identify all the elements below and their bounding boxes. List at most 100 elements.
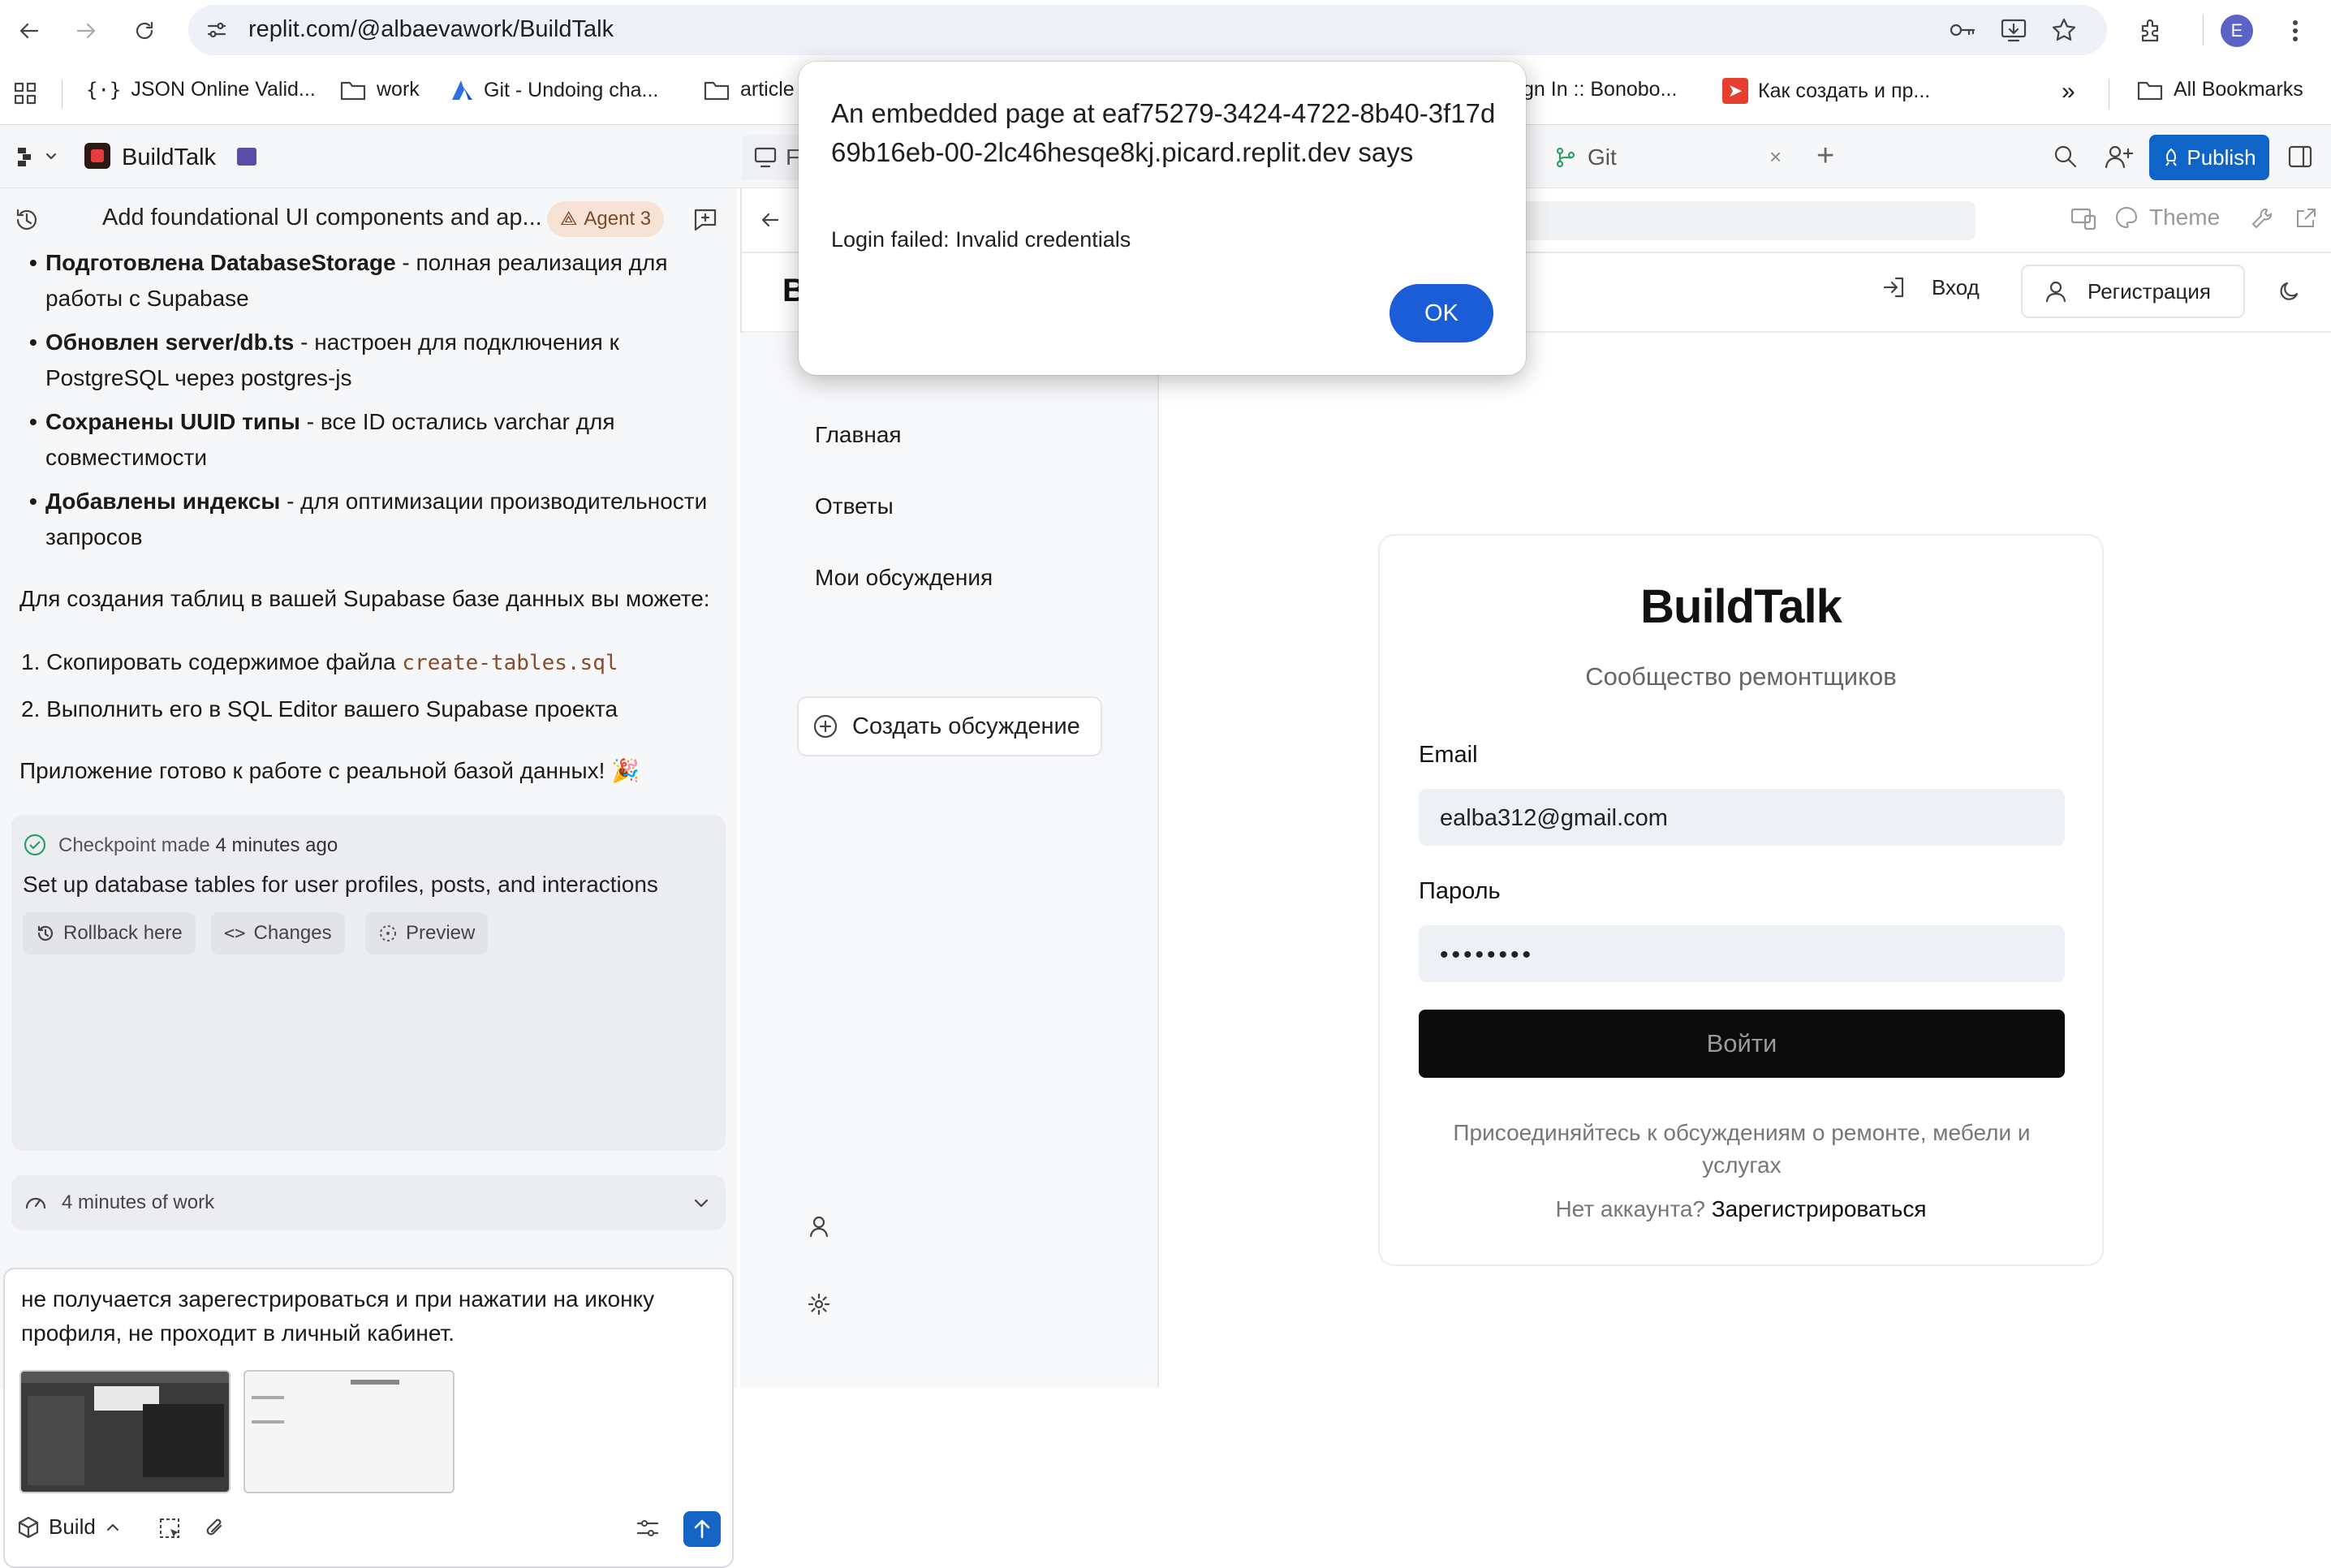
dark-mode-icon[interactable] — [2277, 279, 2302, 304]
code-brackets-icon: <> — [224, 923, 246, 944]
work-time-row[interactable]: 4 minutes of work — [11, 1175, 726, 1230]
select-element-icon[interactable] — [157, 1516, 183, 1542]
check-circle-icon — [23, 833, 47, 857]
bookmark-howto[interactable]: ➤ Как создать и пр... — [1722, 78, 1930, 104]
red-logo-icon: ➤ — [1722, 78, 1748, 104]
card-subtitle: Сообщество ремонтщиков — [1585, 662, 1897, 691]
project-logo-icon — [84, 143, 110, 169]
open-external-icon[interactable] — [2294, 206, 2318, 230]
new-tab-icon[interactable]: + — [1816, 140, 1834, 171]
login-icon — [1883, 277, 1904, 298]
chevron-up-icon — [106, 1523, 118, 1531]
theme-button[interactable]: Theme — [2113, 205, 2220, 230]
login-link[interactable]: Вход — [1881, 274, 1980, 300]
rollback-icon — [37, 925, 54, 941]
apps-grid-icon[interactable] — [13, 81, 37, 106]
speed-gauge-icon — [23, 1190, 49, 1214]
browser-menu-icon[interactable] — [2287, 16, 2303, 45]
preview-button[interactable]: Preview — [365, 912, 489, 954]
bookmark-git[interactable]: Git - Undoing cha... — [450, 78, 658, 102]
close-tab-icon[interactable]: × — [1769, 144, 1782, 170]
plus-circle-icon — [813, 714, 838, 739]
agent-badge: ⟁ Agent 3 — [547, 201, 665, 237]
changes-button[interactable]: <> Changes — [211, 912, 345, 954]
tab-git[interactable]: Git × — [1526, 135, 1802, 180]
attachment-thumbnail[interactable] — [19, 1370, 231, 1493]
new-chat-icon[interactable] — [692, 206, 719, 234]
rollback-button[interactable]: Rollback here — [23, 912, 196, 954]
agent-icon: ⟁ — [560, 208, 578, 230]
bookmark-star-icon[interactable] — [2050, 16, 2078, 44]
folder-icon — [2137, 81, 2163, 100]
all-bookmarks[interactable]: All Bookmarks — [2136, 78, 2303, 101]
login-card: BuildTalk Сообщество ремонтщиков Email e… — [1378, 534, 2104, 1266]
register-button[interactable]: Регистрация — [2021, 265, 2245, 318]
devices-icon[interactable] — [2070, 206, 2097, 232]
checkpoint-description: Set up database tables for user profiles… — [23, 872, 658, 897]
bookmark-work[interactable]: work — [339, 78, 420, 101]
chat-paragraph: Для создания таблиц в вашей Supabase баз… — [19, 586, 710, 611]
history-icon[interactable] — [13, 206, 41, 234]
email-field[interactable]: ealba312@gmail.com — [1419, 789, 2065, 846]
chat-step: 1. Скопировать содержимое файла create-t… — [21, 649, 618, 675]
ok-button[interactable]: OK — [1390, 284, 1493, 342]
bookmark-json[interactable]: {·} JSON Online Valid... — [86, 78, 316, 101]
address-bar[interactable]: replit.com/@albaevawork/BuildTalk — [188, 5, 2107, 55]
password-label: Пароль — [1419, 878, 1501, 904]
settings-sliders-icon[interactable] — [635, 1516, 661, 1540]
message-input-box[interactable]: не получается зарегестрироваться и при н… — [3, 1268, 734, 1568]
code-filename: create-tables.sql — [402, 651, 618, 675]
project-name[interactable]: BuildTalk — [122, 144, 216, 171]
forward-icon[interactable] — [73, 18, 99, 44]
checkpoint-card: Checkpoint made 4 minutes ago Set up dat… — [11, 815, 726, 1151]
nav-my-discussions[interactable]: Мои обсуждения — [815, 565, 993, 591]
replit-menu-icon[interactable] — [16, 144, 62, 169]
preview-icon — [380, 925, 396, 941]
webview-back-icon[interactable] — [758, 208, 782, 232]
site-settings-icon[interactable] — [205, 18, 229, 42]
create-discussion-button[interactable]: Создать обсуждение — [797, 696, 1102, 756]
nav-home[interactable]: Главная — [815, 422, 902, 448]
panel-toggle-icon[interactable] — [2287, 144, 2313, 169]
chevron-down-icon[interactable] — [692, 1193, 711, 1213]
project-badge-icon — [237, 148, 256, 166]
nav-answers[interactable]: Ответы — [815, 493, 894, 519]
login-submit-button[interactable]: Войти — [1419, 1010, 2065, 1078]
password-field[interactable]: •••••••• — [1419, 925, 2065, 982]
invite-user-icon[interactable] — [2104, 143, 2135, 170]
email-label: Email — [1419, 742, 1478, 768]
list-item: Добавлены индексы - для оптимизации прои… — [29, 484, 719, 555]
list-item: Сохранены UUID типы - все ID остались va… — [29, 404, 719, 476]
reload-icon[interactable] — [131, 18, 157, 44]
arrow-up-icon — [694, 1519, 710, 1539]
publish-button[interactable]: Publish — [2149, 135, 2269, 180]
send-button[interactable] — [683, 1511, 721, 1547]
git-branch-icon — [1556, 147, 1575, 168]
settings-gear-icon[interactable] — [807, 1292, 831, 1316]
monitor-icon — [754, 147, 777, 168]
folder-icon — [340, 81, 366, 100]
extensions-icon[interactable] — [2136, 16, 2165, 45]
profile-avatar[interactable]: E — [2221, 15, 2253, 47]
dialog-title: An embedded page at eaf75279-3424-4722-8… — [831, 98, 1496, 167]
profile-icon[interactable] — [807, 1214, 831, 1238]
build-mode-selector[interactable]: Build — [16, 1514, 122, 1540]
attachment-thumbnail[interactable] — [243, 1370, 455, 1493]
user-icon — [2045, 281, 2066, 303]
message-input-text[interactable]: не получается зарегестрироваться и при н… — [21, 1282, 703, 1350]
password-key-icon[interactable] — [1948, 18, 1977, 42]
back-icon[interactable] — [16, 18, 42, 44]
json-icon: {·} — [86, 78, 122, 101]
atlassian-icon — [452, 80, 472, 100]
install-app-icon[interactable] — [2000, 16, 2027, 44]
bookmark-bonobo[interactable]: gn In :: Bonobo... — [1523, 78, 1677, 101]
wrench-icon[interactable] — [2250, 206, 2274, 230]
checkpoint-meta: Checkpoint made 4 minutes ago — [58, 834, 338, 856]
more-bookmarks-icon[interactable]: » — [2062, 78, 2075, 106]
search-icon[interactable] — [2052, 143, 2079, 170]
paperclip-icon[interactable] — [203, 1516, 227, 1540]
chat-step: 2. Выполнить его в SQL Editor вашего Sup… — [21, 696, 618, 722]
bookmark-article[interactable]: article — [703, 78, 795, 101]
register-link[interactable]: Зарегистрироваться — [1712, 1196, 1927, 1221]
list-item: Подготовлена DatabaseStorage - полная ре… — [29, 245, 719, 317]
